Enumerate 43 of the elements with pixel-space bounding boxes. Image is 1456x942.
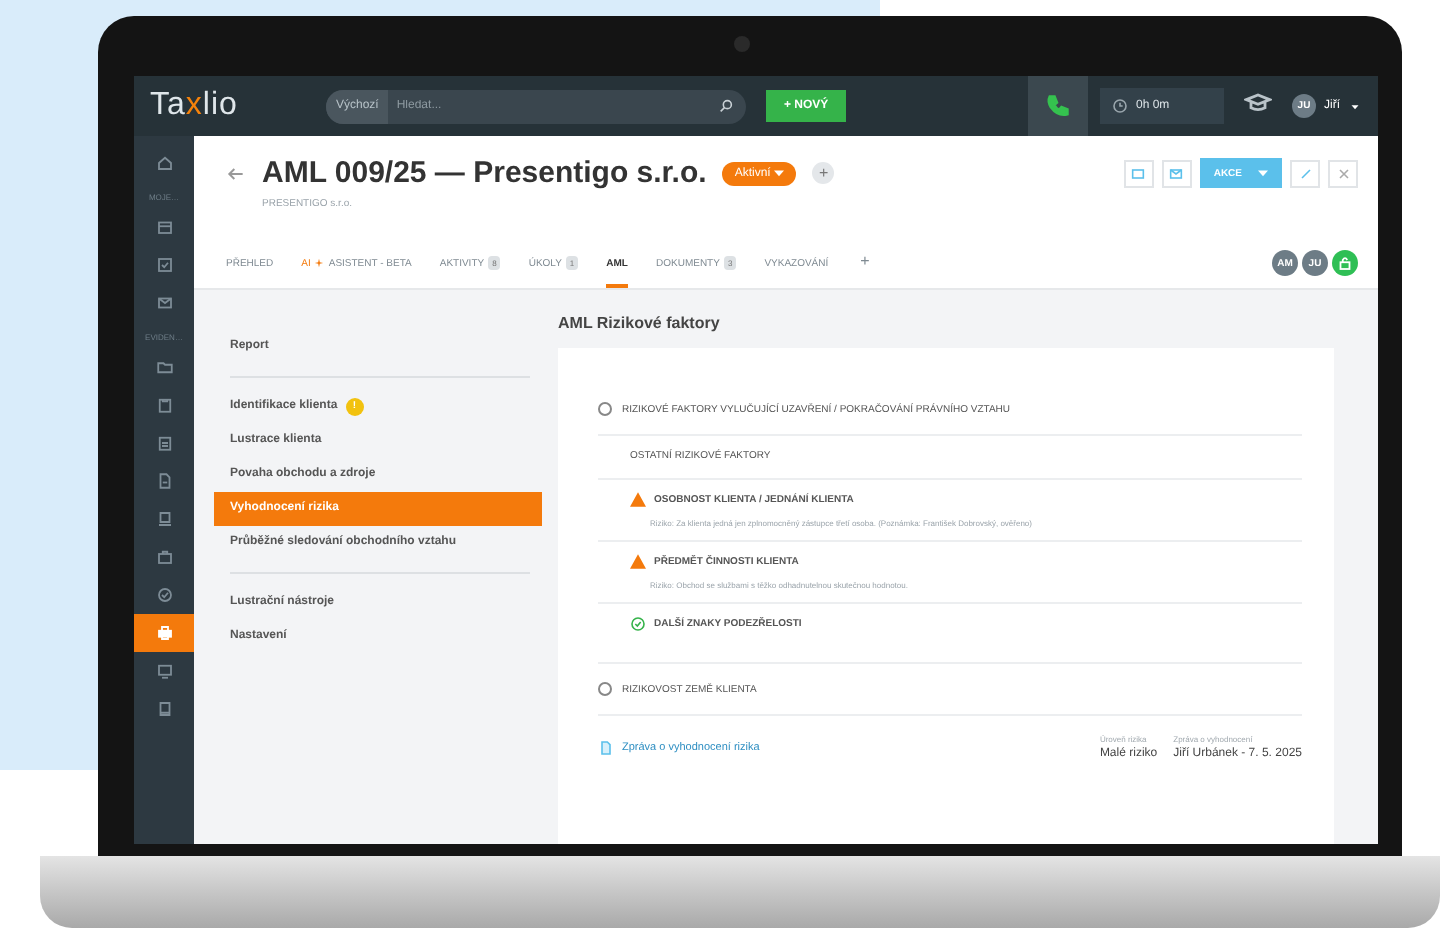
calendar-icon [155,218,173,236]
pencil-icon [1297,165,1313,181]
warning-icon [630,492,646,508]
clipboard-icon [155,396,173,414]
folder-icon [155,358,173,376]
lock-button[interactable] [1332,250,1358,276]
caret-icon [1348,99,1362,113]
printer-icon [155,624,173,642]
search-icon [718,98,734,114]
tab[interactable]: + [856,254,874,284]
envelope-icon [155,294,173,312]
briefcase-icon [155,548,173,566]
logo: Taxlio [148,88,240,124]
home-icon [155,154,173,172]
check-circle-icon [630,616,646,632]
close-icon [1335,165,1351,181]
mail-button[interactable] [1161,159,1192,187]
phone-icon [1044,92,1072,120]
check-circle-icon [155,586,173,604]
sparkle-icon [314,258,325,268]
add-button[interactable]: + [812,162,835,184]
radio-button[interactable] [598,682,612,696]
rail-item[interactable] [134,614,194,652]
clipboard-icon [155,434,173,452]
caret-icon [1258,168,1268,178]
clock-icon [1112,98,1128,114]
section-title: AML Rizikové faktory [558,314,722,332]
lock-icon [1336,254,1354,272]
checkbox-icon [155,256,173,274]
caret-icon [774,168,785,178]
book-icon [155,700,173,718]
back-arrow-icon [226,163,246,183]
document-icon [598,739,614,755]
warning-icon [630,554,646,570]
monitor-icon [155,662,173,680]
record-title: AML 009/25 — Presentigo s.r.o. [262,156,707,190]
radio-button[interactable] [598,402,612,416]
document-icon [155,472,173,490]
id-card-icon [1130,165,1147,181]
phone-button[interactable] [1028,76,1088,136]
stack-icon [155,510,173,528]
card-button[interactable] [1123,159,1154,187]
envelope-icon [1168,165,1185,181]
